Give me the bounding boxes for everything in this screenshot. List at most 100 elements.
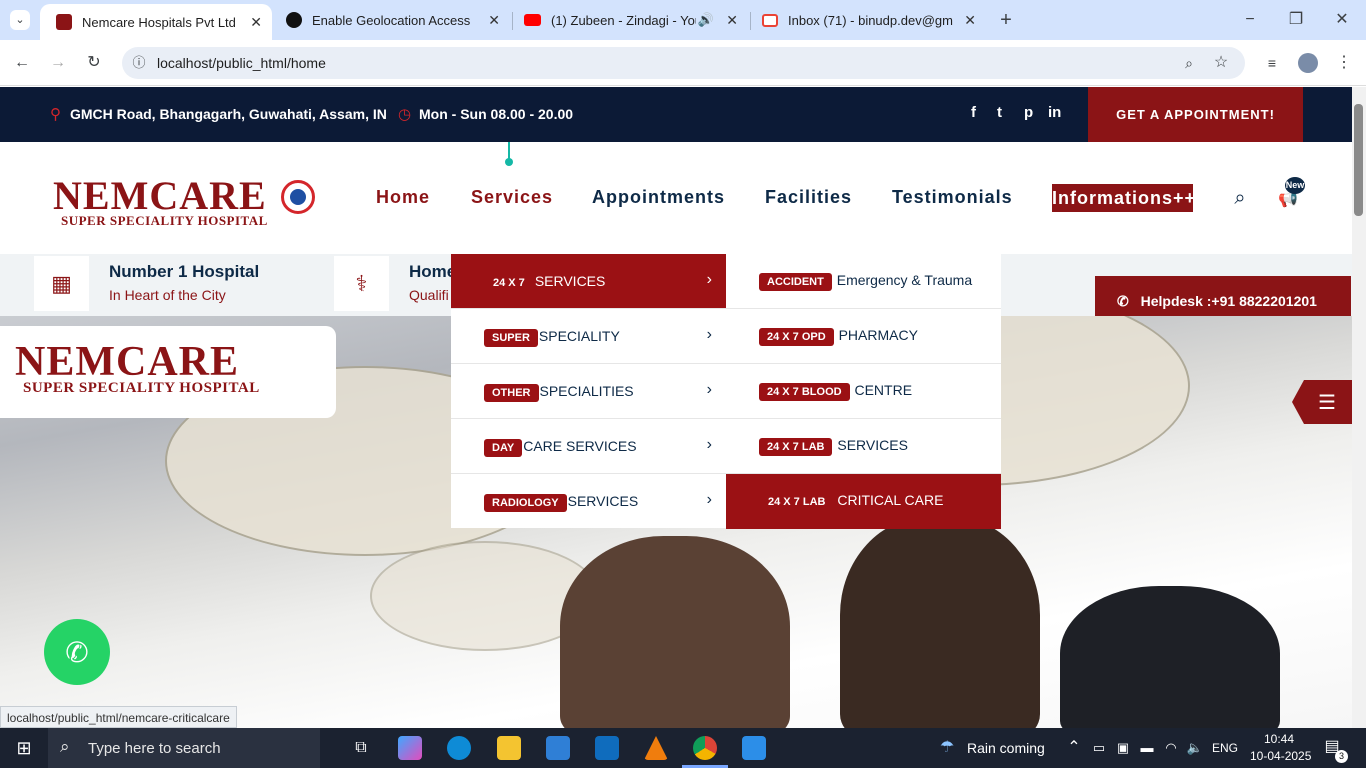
notification-count: 3 [1335, 750, 1348, 763]
nav-appointments[interactable]: Appointments [592, 187, 725, 208]
tab-nemcare[interactable]: Nemcare Hospitals Pvt Ltd ✕ [40, 4, 272, 40]
close-tab-icon[interactable]: ✕ [488, 12, 500, 29]
submenu-item[interactable]: ACCIDENT Emergency & Trauma [726, 254, 1001, 309]
weather-text[interactable]: Rain coming [967, 740, 1045, 756]
scrollbar-thumb[interactable] [1354, 104, 1363, 216]
nav-home[interactable]: Home [376, 187, 430, 208]
new-tab-icon[interactable]: + [996, 10, 1016, 30]
item-label: CARE SERVICES [523, 438, 637, 454]
profile-avatar[interactable] [1298, 53, 1318, 73]
copilot-icon[interactable] [398, 736, 422, 760]
file-explorer-icon[interactable] [497, 736, 521, 760]
clock-time[interactable]: 10:44 [1264, 732, 1294, 746]
clock-date[interactable]: 10-04-2025 [1250, 749, 1311, 763]
close-tab-icon[interactable]: ✕ [726, 12, 738, 29]
meet-icon[interactable]: ▭ [1090, 738, 1108, 758]
hamburger-menu-button[interactable]: ☰ [1292, 380, 1352, 424]
clock-icon: ◷ [398, 106, 412, 123]
minimize-icon[interactable]: − [1240, 10, 1260, 30]
back-icon[interactable]: ← [12, 53, 32, 73]
speaker-icon[interactable]: 🔊 [698, 12, 714, 28]
helpdesk-text: Helpdesk :+91 8822201201 [1140, 293, 1317, 309]
site-info-icon[interactable]: ⓘ [130, 53, 148, 73]
windows-start-icon[interactable]: ⊞ [14, 738, 34, 758]
tab-title: Inbox (71) - binudp.dev@gmail [788, 12, 953, 28]
task-view-icon[interactable]: ⧉ [350, 738, 372, 758]
whatsapp-button[interactable]: ✆ [44, 619, 110, 685]
site-logo[interactable]: NEMCARE SUPER SPECIALITY HOSPITAL [53, 172, 268, 229]
forward-icon[interactable]: → [48, 53, 68, 73]
wifi-icon[interactable]: ◠ [1162, 738, 1180, 758]
tab-title: (1) Zubeen - Zindagi - YouT [551, 12, 696, 28]
nav-facilities[interactable]: Facilities [765, 187, 852, 208]
item-badge: SUPER [484, 329, 538, 347]
chrome-icon[interactable] [693, 736, 717, 760]
hero-logo-word: NEMCARE [15, 339, 239, 385]
dropdown-item[interactable]: SUPER SPECIALITY › [451, 309, 726, 364]
dropdown-item[interactable]: 24 X 7 SERVICES › [451, 254, 726, 309]
bookmark-star-icon[interactable]: ☆ [1212, 53, 1230, 73]
item-badge: OTHER [484, 384, 539, 402]
dropdown-item[interactable]: DAY CARE SERVICES › [451, 419, 726, 474]
phone-icon: ✆ [1117, 293, 1129, 309]
windows-taskbar: ⊞ ⌕ Type here to search ⧉ ☂ Rain coming … [0, 728, 1366, 768]
submenu-item-critical-care[interactable]: 24 X 7 LAB CRITICAL CARE [726, 474, 1001, 529]
tab-title: Enable Geolocation Access [312, 12, 471, 28]
nav-services[interactable]: Services [471, 187, 553, 208]
browser-menu-icon[interactable]: ⋮ [1334, 53, 1354, 73]
nav-informations[interactable]: Informations++ [1052, 184, 1195, 212]
reload-icon[interactable]: ↻ [84, 53, 104, 73]
vscode-icon[interactable] [742, 736, 766, 760]
feature-title: Number 1 Hospital [109, 262, 260, 281]
close-tab-icon[interactable]: ✕ [964, 12, 976, 29]
get-appointment-button[interactable]: GET A APPOINTMENT! [1088, 87, 1303, 142]
hamburger-icon: ☰ [1318, 392, 1336, 414]
language-indicator[interactable]: ENG [1212, 741, 1238, 755]
maximize-icon[interactable]: ❐ [1286, 10, 1306, 30]
doctor-icon: ⚕ [334, 256, 389, 311]
chevron-up-icon[interactable]: ⌃ [1065, 738, 1083, 758]
url-text[interactable]: localhost/public_html/home [157, 55, 326, 71]
close-tab-icon[interactable]: ✕ [250, 14, 262, 31]
edge-icon[interactable] [447, 736, 471, 760]
twitter-icon[interactable]: t [997, 104, 1002, 121]
submenu-item[interactable]: 24 X 7 LAB SERVICES [726, 419, 1001, 474]
item-label: SERVICES [837, 437, 908, 453]
vlc-icon[interactable] [644, 736, 668, 760]
store-icon[interactable] [546, 736, 570, 760]
helpdesk-button[interactable]: ✆ Helpdesk :+91 8822201201 [1095, 276, 1351, 316]
chevron-right-icon: › [706, 271, 712, 288]
item-label: SERVICES [567, 493, 639, 509]
youtube-favicon [524, 14, 541, 26]
tab-search-icon[interactable]: ⌄ [10, 10, 30, 30]
dropdown-item[interactable]: OTHER SPECIALITIES › [451, 364, 726, 419]
zoom-icon[interactable]: ⌕ [1180, 53, 1198, 73]
facebook-icon[interactable]: f [971, 104, 976, 121]
tab-gmail[interactable]: Inbox (71) - binudp.dev@gmail ✕ [756, 0, 986, 40]
nav-testimonials[interactable]: Testimonials [892, 187, 1013, 208]
battery-icon[interactable]: ▬ [1138, 738, 1156, 758]
search-placeholder: Type here to search [88, 740, 221, 757]
tab-separator [512, 12, 513, 30]
item-label: PHARMACY [838, 327, 918, 343]
hero-logo-card: NEMCARE SUPER SPECIALITY HOSPITAL [0, 326, 336, 418]
linkedin-icon[interactable]: in [1048, 104, 1061, 121]
submenu-item[interactable]: 24 X 7 OPD PHARMACY [726, 309, 1001, 364]
logo-subtitle: SUPER SPECIALITY HOSPITAL [61, 213, 268, 228]
submenu-item[interactable]: 24 X 7 BLOOD CENTRE [726, 364, 1001, 419]
media-control-icon[interactable]: ≡ [1262, 53, 1282, 73]
taskbar-search[interactable]: ⌕ Type here to search [48, 728, 320, 768]
outlook-icon[interactable] [595, 736, 619, 760]
search-icon[interactable]: ⌕ [1230, 188, 1250, 208]
tab-youtube[interactable]: (1) Zubeen - Zindagi - YouT 🔊 ✕ [518, 0, 748, 40]
item-label: Emergency & Trauma [836, 272, 973, 288]
close-window-icon[interactable]: ✕ [1332, 10, 1352, 30]
tab-separator [750, 12, 751, 30]
pinterest-icon[interactable]: p [1024, 104, 1033, 121]
volume-icon[interactable]: 🔈 [1186, 738, 1204, 758]
item-badge: DAY [484, 439, 523, 457]
dropdown-item[interactable]: RADIOLOGY SERVICES › [451, 474, 726, 529]
omnibox[interactable]: ⓘ localhost/public_html/home ⌕ ☆ [122, 47, 1245, 79]
tab-geolocation[interactable]: Enable Geolocation Access ✕ [280, 0, 510, 40]
display-icon[interactable]: ▣ [1114, 738, 1132, 758]
